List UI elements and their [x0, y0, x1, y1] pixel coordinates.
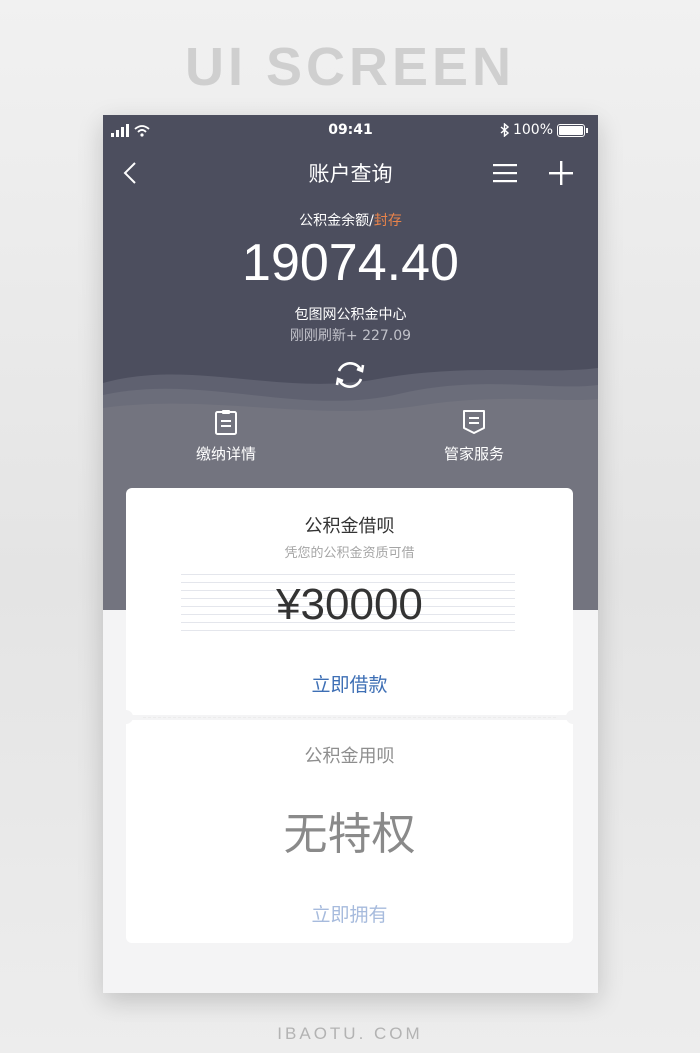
- plus-icon[interactable]: [548, 160, 574, 186]
- borrow-now-button[interactable]: 立即借款: [126, 670, 573, 697]
- butler-service-label: 管家服务: [443, 445, 504, 463]
- refresh-icon[interactable]: [332, 357, 368, 393]
- fund-center-name: 包图网公积金中心: [294, 307, 407, 323]
- menu-icon[interactable]: [492, 161, 518, 185]
- balance-amount: 19074.40: [242, 234, 459, 292]
- frozen-link[interactable]: 封存: [374, 213, 402, 229]
- battery-tip: [586, 127, 588, 133]
- use-card-title: 公积金用呗: [304, 746, 395, 767]
- loan-amount: ¥30000: [276, 580, 423, 629]
- status-bar: 09:41 100%: [103, 115, 598, 145]
- payment-details-label: 缴纳详情: [195, 445, 256, 463]
- payment-details-button[interactable]: 缴纳详情: [161, 409, 291, 464]
- navigation-bar: 账户查询: [103, 153, 598, 193]
- loan-card: 公积金借呗 凭您的公积金资质可借 ¥30000 立即借款: [126, 488, 573, 715]
- status-right: 100%: [500, 122, 588, 138]
- phone-screen: 09:41 100% 账户查询 公积金余额/封存 19074.40 包图网公积金…: [103, 115, 598, 993]
- page-title: 账户查询: [308, 162, 393, 186]
- loan-card-subtitle: 凭您的公积金资质可借: [284, 546, 415, 561]
- bluetooth-icon: [500, 123, 509, 137]
- use-card: 公积金用呗 无特权 立即拥有: [126, 720, 573, 943]
- ticket-notch-left: [119, 710, 133, 724]
- clipboard-icon: [215, 410, 237, 435]
- battery-icon: [557, 123, 585, 137]
- own-now-button[interactable]: 立即拥有: [126, 900, 573, 927]
- balance-label: 公积金余额/封存: [103, 210, 598, 230]
- use-card-status: 无特权: [283, 809, 416, 860]
- card-divider: [143, 717, 556, 718]
- page-heading: UI SCREEN: [184, 37, 516, 97]
- battery-percent: 100%: [512, 122, 553, 138]
- balance-label-text: 公积金余额: [299, 213, 370, 229]
- butler-service-button[interactable]: 管家服务: [409, 409, 539, 464]
- ticket-notch-right: [566, 710, 580, 724]
- loan-card-title: 公积金借呗: [304, 516, 395, 537]
- refresh-status: 刚刚刷新+ 227.09: [289, 328, 412, 344]
- footer-watermark: IBAOTU. COM: [277, 1024, 423, 1043]
- service-icon: [463, 410, 485, 434]
